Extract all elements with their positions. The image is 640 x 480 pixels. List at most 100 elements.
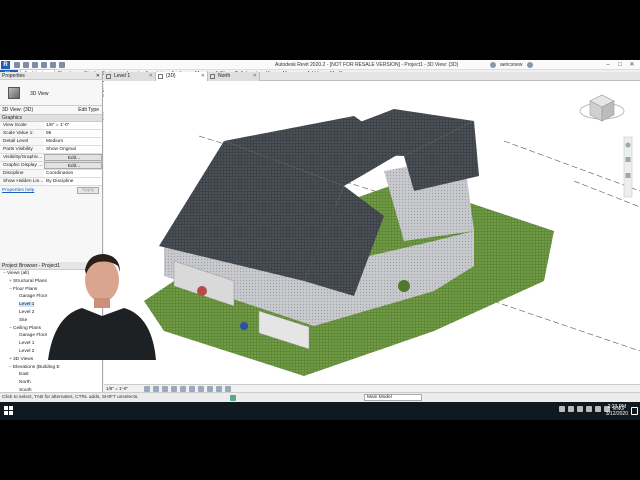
edit-button[interactable]: Edit... bbox=[44, 154, 102, 161]
property-row: View Scale 1/8" = 1'-0" bbox=[0, 122, 102, 130]
bush bbox=[398, 280, 410, 292]
browser-node-label: Views (all) bbox=[7, 271, 30, 276]
browser-node[interactable]: North bbox=[0, 379, 102, 387]
notification-icon[interactable] bbox=[631, 407, 638, 415]
viewcube-icon[interactable] bbox=[579, 94, 625, 122]
windows-start-icon[interactable] bbox=[4, 406, 14, 416]
property-name: View Scale bbox=[3, 123, 27, 128]
property-row: Detail Level Medium bbox=[0, 138, 102, 146]
property-name: Visibility/Graphic... bbox=[3, 155, 43, 160]
bin bbox=[240, 322, 248, 330]
clock-date: 3/12/2020 bbox=[605, 410, 628, 417]
window-controls: – □ ✕ bbox=[602, 61, 638, 69]
property-value[interactable]: 96 bbox=[44, 130, 102, 137]
minimize-icon[interactable]: – bbox=[602, 61, 614, 69]
browser-node-label: Site bbox=[19, 317, 28, 323]
status-bar: Click to select, TAB for alternates, CTR… bbox=[0, 392, 640, 402]
navigation-bar-icon[interactable] bbox=[623, 136, 633, 198]
close-icon[interactable]: ✕ bbox=[201, 72, 205, 81]
volume-icon[interactable] bbox=[595, 406, 602, 412]
property-value[interactable]: By Discipline bbox=[44, 178, 102, 185]
view-tab[interactable]: {3D} ✕ bbox=[156, 72, 208, 81]
user-area[interactable]: aericsnew bbox=[490, 62, 533, 68]
windows-taskbar: ENG 2:23 PM 3/12/2020 bbox=[0, 402, 640, 420]
save-icon[interactable] bbox=[23, 62, 29, 68]
properties-help-link[interactable]: Properties help bbox=[2, 188, 34, 193]
property-row: Show Hidden Lin... By Discipline bbox=[0, 178, 102, 186]
graphics-section[interactable]: Graphics bbox=[0, 115, 102, 122]
browser-node-label: Elevations (Building E bbox=[13, 364, 60, 370]
edit-button[interactable]: Edit... bbox=[44, 162, 102, 169]
window-title: Autodesk Revit 2020.2 - [NOT FOR RESALE … bbox=[275, 62, 459, 68]
maximize-icon[interactable]: □ bbox=[614, 61, 626, 69]
view-tab-label: North bbox=[218, 73, 231, 79]
property-rows: View Scale 1/8" = 1'-0" Scale Value 1: 96 De… bbox=[0, 122, 102, 186]
edit-type-button[interactable]: Edit Type bbox=[78, 107, 99, 113]
status-text: Click to select, TAB for alternates, CTR… bbox=[2, 395, 139, 400]
property-value[interactable]: Medium bbox=[44, 138, 102, 145]
browser-node-label: 3D Views bbox=[13, 356, 34, 362]
view-tab[interactable]: Level 1 ✕ bbox=[104, 72, 156, 81]
instance-label[interactable]: 3D View: {3D} bbox=[2, 107, 33, 113]
property-value[interactable]: 1/8" = 1'-0" bbox=[44, 122, 102, 129]
cloud-icon[interactable] bbox=[577, 406, 584, 412]
property-value[interactable]: Show Original bbox=[44, 146, 102, 153]
property-value[interactable]: Coordination bbox=[44, 170, 102, 177]
view-icon bbox=[210, 74, 215, 79]
browser-node-label: Level 2 bbox=[19, 309, 35, 315]
properties-footer: Properties help Apply bbox=[0, 186, 102, 195]
browser-node[interactable]: −Elevations (Building E bbox=[0, 364, 102, 372]
property-name: Detail Level bbox=[3, 139, 29, 144]
property-name: Scale Value 1: bbox=[3, 131, 34, 136]
redo-icon[interactable] bbox=[41, 62, 47, 68]
reference-line bbox=[503, 140, 640, 192]
undo-icon[interactable] bbox=[32, 62, 38, 68]
properties-header: Properties ✕ bbox=[0, 72, 102, 80]
user-icon[interactable] bbox=[490, 62, 496, 68]
help-icon[interactable] bbox=[526, 62, 533, 68]
view-tab-label: {3D} bbox=[166, 73, 176, 79]
worksharing-icon[interactable] bbox=[230, 395, 236, 401]
property-row: Discipline Coordination bbox=[0, 170, 102, 178]
browser-node-label: Level 2 bbox=[19, 348, 35, 354]
open-icon[interactable] bbox=[14, 62, 20, 68]
close-icon[interactable]: ✕ bbox=[149, 72, 153, 81]
security-icon[interactable] bbox=[568, 406, 575, 412]
property-row: Scale Value 1: 96 bbox=[0, 130, 102, 138]
revit-logo-icon[interactable]: R bbox=[1, 61, 10, 69]
browser-node-label: East bbox=[19, 372, 29, 378]
close-icon[interactable]: ✕ bbox=[626, 61, 638, 69]
property-row: Graphic Display ... Edit... bbox=[0, 162, 102, 170]
view-tab[interactable]: North ✕ bbox=[208, 72, 260, 81]
view-icon bbox=[158, 74, 163, 79]
view-scale[interactable]: 1/8" = 1'-0" bbox=[106, 386, 128, 391]
3d-view-icon bbox=[8, 87, 20, 99]
point-cloud-house[interactable] bbox=[104, 81, 640, 384]
active-model-select[interactable]: Main Model bbox=[364, 394, 422, 401]
instance-row: 3D View: {3D} Edit Type bbox=[0, 106, 102, 115]
view-tabs: Level 1 ✕ {3D} ✕ North ✕ bbox=[104, 72, 640, 81]
clock[interactable]: 2:23 PM 3/12/2020 bbox=[606, 404, 628, 417]
user-name[interactable]: aericsnew bbox=[500, 62, 523, 68]
clock-time: 2:23 PM bbox=[607, 404, 627, 410]
3d-viewport[interactable] bbox=[104, 81, 640, 384]
network-icon[interactable] bbox=[559, 406, 566, 412]
apply-button[interactable]: Apply bbox=[77, 187, 99, 194]
bush bbox=[197, 286, 207, 296]
property-row: Parts Visibility Show Original bbox=[0, 146, 102, 154]
property-row: Visibility/Graphic... Edit... bbox=[0, 154, 102, 162]
type-selector[interactable]: 3D View bbox=[0, 80, 102, 106]
property-name: Discipline bbox=[3, 171, 24, 176]
title-bar: R Autodesk Revit 2020.2 - [NOT FOR RESAL… bbox=[0, 60, 640, 70]
print-icon[interactable] bbox=[50, 62, 56, 68]
wifi-icon[interactable] bbox=[586, 406, 593, 412]
close-icon[interactable]: ✕ bbox=[96, 72, 100, 80]
view-tab-label: Level 1 bbox=[114, 73, 131, 79]
browser-node[interactable]: East bbox=[0, 371, 102, 379]
browser-node-label: Level 1 bbox=[19, 341, 35, 347]
view-icon bbox=[106, 74, 111, 79]
measure-icon[interactable] bbox=[59, 62, 65, 68]
close-icon[interactable]: ✕ bbox=[253, 72, 257, 81]
properties-palette: Properties ✕ 3D View 3D View: {3D} Edit T… bbox=[0, 72, 103, 262]
property-name: Graphic Display ... bbox=[3, 163, 43, 168]
